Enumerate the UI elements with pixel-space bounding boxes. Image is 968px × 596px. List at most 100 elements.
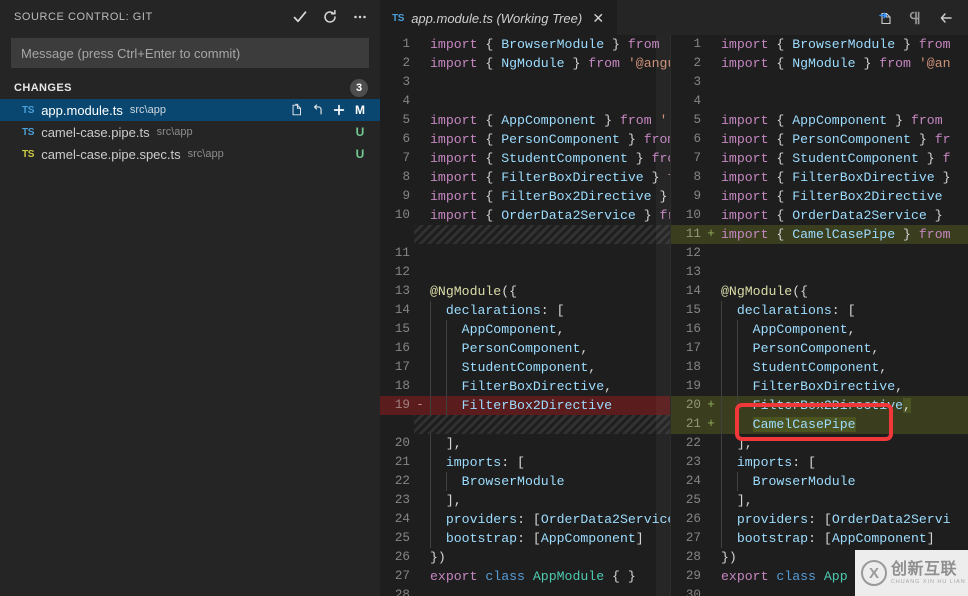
stage-changes-icon[interactable] <box>329 100 349 120</box>
line-number: 17 <box>685 341 701 355</box>
code-text: PersonComponent, <box>752 341 880 356</box>
more-actions-icon[interactable] <box>346 4 374 30</box>
indent-guide <box>721 320 722 339</box>
file-path: src\app <box>129 104 166 116</box>
line-number: 5 <box>402 113 410 127</box>
diff-pane-modified[interactable]: 1 import { BrowserModule } from 2 import { … <box>671 35 968 596</box>
code-line: 22 ], <box>671 434 968 453</box>
line-number: 1 <box>402 37 410 51</box>
code-line: 18 FilterBoxDirective, <box>380 377 670 396</box>
indent-guide <box>446 377 447 396</box>
code-line: 9 import { FilterBox2Directive } fr <box>380 187 670 206</box>
line-number: 15 <box>394 322 410 336</box>
code-line: 23 ], <box>380 491 670 510</box>
line-number: 23 <box>394 493 410 507</box>
line-number: 13 <box>685 265 701 279</box>
file-name: camel-case.pipe.ts <box>41 124 150 140</box>
line-number: 30 <box>685 588 701 596</box>
diff-pane-original[interactable]: 1 import { BrowserModule } from '@a 2 impor… <box>380 35 670 596</box>
line-number: 21 <box>394 455 410 469</box>
close-icon[interactable]: ✕ <box>589 9 607 27</box>
code-line: 1 import { BrowserModule } from '@a <box>380 35 670 54</box>
code-line: 6 import { PersonComponent } from ' <box>380 130 670 149</box>
indent-guide <box>446 339 447 358</box>
indent-guide <box>430 510 431 529</box>
render-whitespace-icon[interactable] <box>902 5 930 31</box>
line-number: 3 <box>693 75 701 89</box>
list-item[interactable]: TS camel-case.pipe.ts src\app U <box>0 121 380 143</box>
indent-guide <box>737 472 738 491</box>
code-text: export class AppModule { } <box>430 569 636 584</box>
code-line: 14 declarations: [ <box>380 301 670 320</box>
code-text: FilterBox2Directive <box>461 398 613 413</box>
code-line: 16 PersonComponent, <box>380 339 670 358</box>
code-text: ], <box>430 493 462 508</box>
tab-app-module-working-tree[interactable]: TS app.module.ts (Working Tree) ✕ <box>380 0 618 35</box>
line-number: 28 <box>394 588 410 596</box>
changes-section-header[interactable]: CHANGES 3 <box>0 77 380 99</box>
code-line: 10 import { OrderData2Service } from <box>380 206 670 225</box>
code-text: bootstrap: [AppComponent] <box>736 531 935 546</box>
back-arrow-icon[interactable] <box>932 5 960 31</box>
list-item[interactable]: TS app.module.ts src\app M <box>0 99 380 121</box>
line-number: 11 <box>394 246 410 260</box>
watermark: 创新互联 CHUANG XIN HU LIAN <box>855 550 968 596</box>
code-text: providers: [OrderData2Servi <box>736 512 951 527</box>
code-line: 27 export class AppModule { } <box>380 567 670 586</box>
commit-message-input[interactable] <box>11 38 369 68</box>
code-line: 22 BrowserModule <box>380 472 670 491</box>
indent-guide <box>721 301 722 320</box>
open-changes-icon[interactable] <box>872 5 900 31</box>
file-path: src\app <box>156 126 193 138</box>
code-line: 5 import { AppComponent } from './a <box>380 111 670 130</box>
code-line: 19 FilterBoxDirective, <box>671 377 968 396</box>
line-number: 15 <box>685 303 701 317</box>
code-line: 8 import { FilterBoxDirective } <box>671 168 968 187</box>
line-number: 22 <box>685 436 701 450</box>
refresh-icon[interactable] <box>316 4 344 30</box>
line-number: 6 <box>693 132 701 146</box>
ts-spec-file-icon: TS <box>22 148 35 160</box>
diff-editor: TS app.module.ts (Working Tree) ✕ 1 impo… <box>380 0 968 596</box>
file-row-actions: M <box>287 100 370 120</box>
code-line: 5 import { AppComponent } from <box>671 111 968 130</box>
code-text: AppComponent, <box>461 322 565 337</box>
code-text: bootstrap: [AppComponent] <box>445 531 644 546</box>
code-text: import { CamelCasePipe } from <box>721 227 951 242</box>
diff-filler-row <box>380 225 670 244</box>
code-line: 17 StudentComponent, <box>380 358 670 377</box>
file-name: camel-case.pipe.spec.ts <box>41 146 181 162</box>
code-text: }) <box>430 550 446 565</box>
code-line: 4 <box>380 92 670 111</box>
scrollbar-original[interactable] <box>656 35 670 596</box>
sidebar-action-bar <box>286 4 374 30</box>
indent-guide <box>737 415 738 434</box>
line-number: 23 <box>685 455 701 469</box>
code-text: CamelCasePipe <box>752 417 856 432</box>
ts-file-icon: TS <box>392 12 405 24</box>
line-number: 2 <box>693 56 701 70</box>
code-line: 10 import { OrderData2Service } <box>671 206 968 225</box>
list-item[interactable]: TS camel-case.pipe.spec.ts src\app U <box>0 143 380 165</box>
indent-guide <box>430 339 431 358</box>
code-line: 27 bootstrap: [AppComponent] <box>671 529 968 548</box>
code-text: import { FilterBoxDirective } fro <box>430 170 670 185</box>
discard-changes-icon[interactable] <box>308 100 328 120</box>
commit-message-area <box>0 33 380 76</box>
indent-guide <box>430 358 431 377</box>
sidebar-title: SOURCE CONTROL: GIT <box>14 10 153 23</box>
code-text: imports: [ <box>445 455 525 470</box>
open-file-icon[interactable] <box>287 100 307 120</box>
line-number: 12 <box>685 246 701 260</box>
code-line: 25 ], <box>671 491 968 510</box>
code-text: BrowserModule <box>752 474 856 489</box>
code-line: 11 <box>380 244 670 263</box>
commit-check-icon[interactable] <box>286 4 314 30</box>
code-line: 21 + CamelCasePipe <box>671 415 968 434</box>
sidebar-header: SOURCE CONTROL: GIT <box>0 0 380 33</box>
line-number: 18 <box>685 360 701 374</box>
line-number: 25 <box>394 531 410 545</box>
indent-guide <box>430 453 431 472</box>
indent-guide <box>430 491 431 510</box>
indent-guide <box>737 320 738 339</box>
